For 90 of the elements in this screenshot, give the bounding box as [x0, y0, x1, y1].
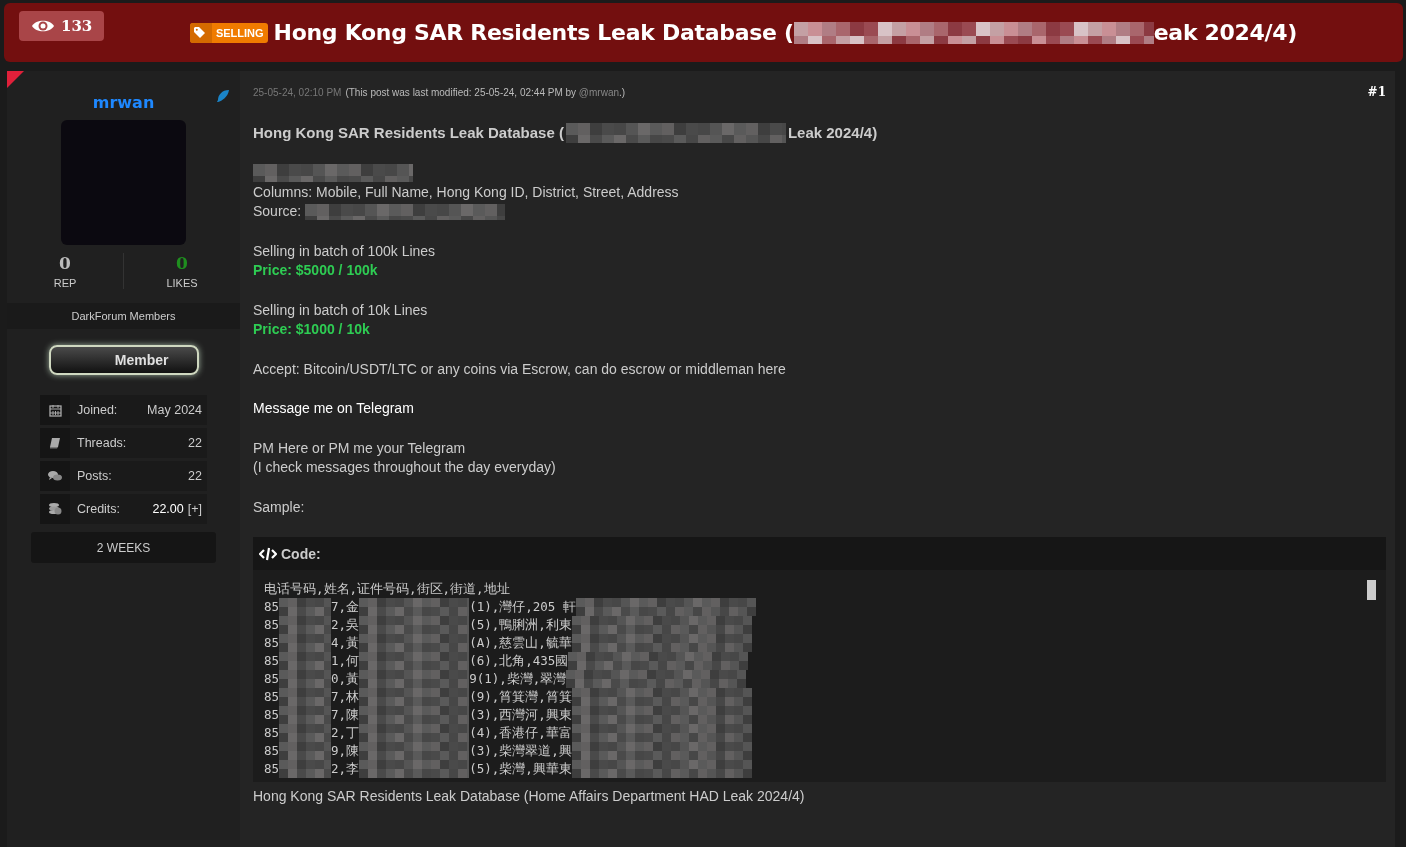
price-text: Price: $5000 / 100k — [253, 261, 379, 280]
scrollbar-thumb[interactable] — [1367, 580, 1376, 600]
pixelated-redaction — [279, 634, 332, 652]
user-group: DarkForum Members — [7, 303, 240, 329]
code-line: 9,陳 — [331, 741, 360, 760]
rank-badge: Member — [48, 345, 199, 375]
pixelated-redaction — [279, 598, 332, 616]
code-line: 2,吳 — [331, 615, 360, 634]
add-credits-link[interactable]: [+] — [187, 502, 202, 516]
code-line: 9(1),柴灣,翠灣 — [469, 669, 567, 688]
rep-label: REP — [53, 277, 77, 289]
edit-note: (This post was last modified: 25-05-24, 02:44 PM by @mrwan.) — [345, 86, 626, 98]
post-text: Selling in batch of 10k Lines — [253, 300, 429, 320]
code-line: (1),灣仔,205 軒 — [469, 597, 576, 616]
post-text: PM Here or PM me your Telegram — [253, 438, 467, 458]
post-number[interactable]: #1 — [1367, 85, 1386, 99]
post-heading: Hong Kong SAR Residents Leak Database ( — [253, 123, 564, 143]
post-heading: Leak 2024/4) — [787, 123, 878, 143]
code-label: Code: — [281, 545, 321, 562]
stat-label: Threads: — [76, 435, 128, 452]
code-line: (4),香港仔,華富 — [469, 723, 572, 742]
code-line: (3),西灣河,興東 — [469, 705, 572, 724]
post-text: (I check messages throughout the day everyday) — [253, 458, 557, 477]
code-icon — [259, 546, 277, 561]
stat-value: 22 — [188, 436, 202, 450]
comments-icon — [48, 470, 62, 482]
code-line: 4,黃 — [331, 633, 360, 652]
code-line: (5),柴灣,興華東 — [469, 759, 572, 778]
price-text: Price: $1000 / 10k — [253, 320, 371, 339]
thread-title: eak 2024/4) — [1153, 20, 1298, 45]
selling-tag: SELLING — [189, 22, 268, 43]
code-line: (9),筲箕灣,筲箕 — [469, 687, 572, 706]
code-line: 7,林 — [331, 687, 360, 706]
pixelated-redaction — [279, 760, 332, 778]
post-text: Selling in batch of 100k Lines — [253, 241, 437, 261]
calendar-icon — [48, 403, 62, 417]
pixelated-redaction — [279, 742, 332, 760]
username[interactable]: mrwan — [92, 93, 155, 112]
code-line: 7,金 — [331, 597, 360, 616]
post-text: Source: — [253, 202, 302, 221]
code-line: 2,丁 — [331, 723, 360, 742]
code-line: 85 — [264, 669, 280, 688]
code-line: 85 — [264, 705, 280, 724]
code-line: 0,黃 — [331, 669, 360, 688]
pixelated-redaction — [279, 706, 332, 724]
feather-icon — [216, 89, 230, 103]
tag-icon — [193, 26, 208, 39]
post-text: Accept: Bitcoin/USDT/LTC or any coins via Escrow, can do escrow or middleman here — [253, 359, 787, 379]
pixelated-redaction — [279, 670, 332, 688]
tenure-badge: 2 WEEKS — [31, 532, 216, 563]
post-date: 25-05-24, 02:10 PM — [253, 86, 342, 98]
rep-count: 0 — [59, 253, 71, 273]
stat-label: Credits: — [76, 501, 122, 518]
code-line: 7,陳 — [331, 705, 360, 724]
coins-icon — [48, 502, 62, 516]
code-line: (A),慈雲山,毓華 — [469, 633, 572, 652]
code-line: (3),柴灣翠道,興 — [469, 741, 572, 760]
post-text: Sample: — [253, 497, 306, 517]
stat-value: May 2024 — [147, 403, 202, 417]
book-icon — [49, 437, 61, 449]
eye-icon — [31, 18, 55, 34]
likes-count: 0 — [176, 253, 188, 273]
likes-label: LIKES — [166, 277, 198, 289]
code-line: 2,李 — [331, 759, 360, 778]
pixelated-redaction — [279, 724, 332, 742]
pixelated-redaction — [279, 688, 332, 706]
code-line: 85 — [264, 723, 280, 742]
code-line: (6),北角,435國 — [469, 651, 569, 670]
post-text: Columns: Mobile, Full Name, Hong Kong ID, District, Street, Address — [253, 182, 680, 202]
code-line: 85 — [264, 759, 280, 778]
view-count: 133 — [19, 11, 105, 41]
code-line: 85 — [264, 741, 280, 760]
pixelated-redaction — [279, 652, 332, 670]
stat-label: Joined: — [76, 402, 119, 419]
thread-title: Hong Kong SAR Residents Leak Database ( — [273, 20, 794, 45]
code-line: (5),鴨脷洲,利東 — [469, 615, 572, 634]
stat-label: Posts: — [76, 468, 113, 485]
pixelated-redaction — [279, 616, 332, 634]
stat-value: 22 — [188, 469, 202, 483]
code-line: 85 — [264, 633, 280, 652]
corner-flag-icon — [7, 71, 24, 88]
code-caption: Hong Kong SAR Residents Leak Database (Home Affairs Department HAD Leak 2024/4) — [253, 788, 806, 804]
code-line: 85 — [264, 597, 280, 616]
code-line: 1,何 — [331, 651, 360, 670]
code-line: 85 — [264, 651, 280, 670]
stat-value: 22.00 — [152, 502, 184, 516]
telegram-link[interactable]: Message me on Telegram — [253, 399, 1386, 419]
code-line: 85 — [264, 615, 280, 634]
code-line: 电话号码,姓名,证件号码,街区,街道,地址 — [264, 580, 510, 598]
code-line: 85 — [264, 687, 280, 706]
